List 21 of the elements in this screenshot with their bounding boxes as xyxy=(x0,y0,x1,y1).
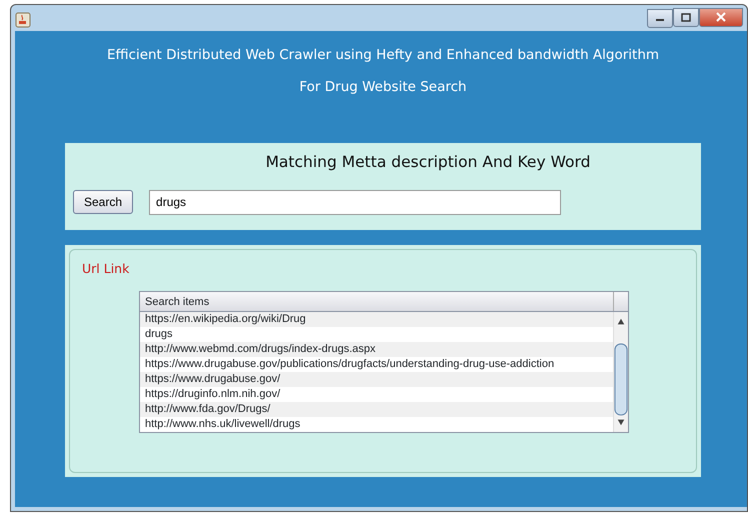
url-link-label: Url Link xyxy=(82,260,130,278)
minimize-button[interactable] xyxy=(647,8,673,28)
maximize-button[interactable] xyxy=(673,8,699,27)
table-cell-text: https://druginfo.nlm.nih.gov/ xyxy=(144,387,282,402)
table-cell: https://www.drugabuse.gov/ xyxy=(140,372,613,388)
table-cell: http://www.webmd.com/drugs/index-drugs.aspx xyxy=(140,342,613,358)
close-icon xyxy=(716,12,726,22)
app-title: Efficient Distributed Web Crawler using Hefty and Enhanced bandwidth Algorithm xyxy=(106,46,660,65)
table-cell: https://en.wikipedia.org/wiki/Drug xyxy=(140,312,613,328)
close-button[interactable] xyxy=(699,8,743,26)
table-cell-text: http://www.nhs.uk/livewell/drugs xyxy=(144,417,302,432)
scrollbar[interactable] xyxy=(613,312,628,432)
app-subtitle: For Drug Website Search xyxy=(298,78,468,98)
maximize-icon xyxy=(681,13,691,22)
search-button[interactable]: Search xyxy=(73,190,134,214)
table-cell-text: https://www.drugabuse.gov/publications/drugfacts/understanding-drug-use-addiction xyxy=(144,357,556,372)
panel-title: Matching Metta description And Key Word xyxy=(264,152,592,172)
table-cell-text: drugs xyxy=(144,327,174,342)
search-field[interactable]: drugs xyxy=(149,190,562,215)
table-cell: http://www.fda.gov/Drugs/ xyxy=(140,402,613,418)
cup-icon xyxy=(15,12,31,28)
